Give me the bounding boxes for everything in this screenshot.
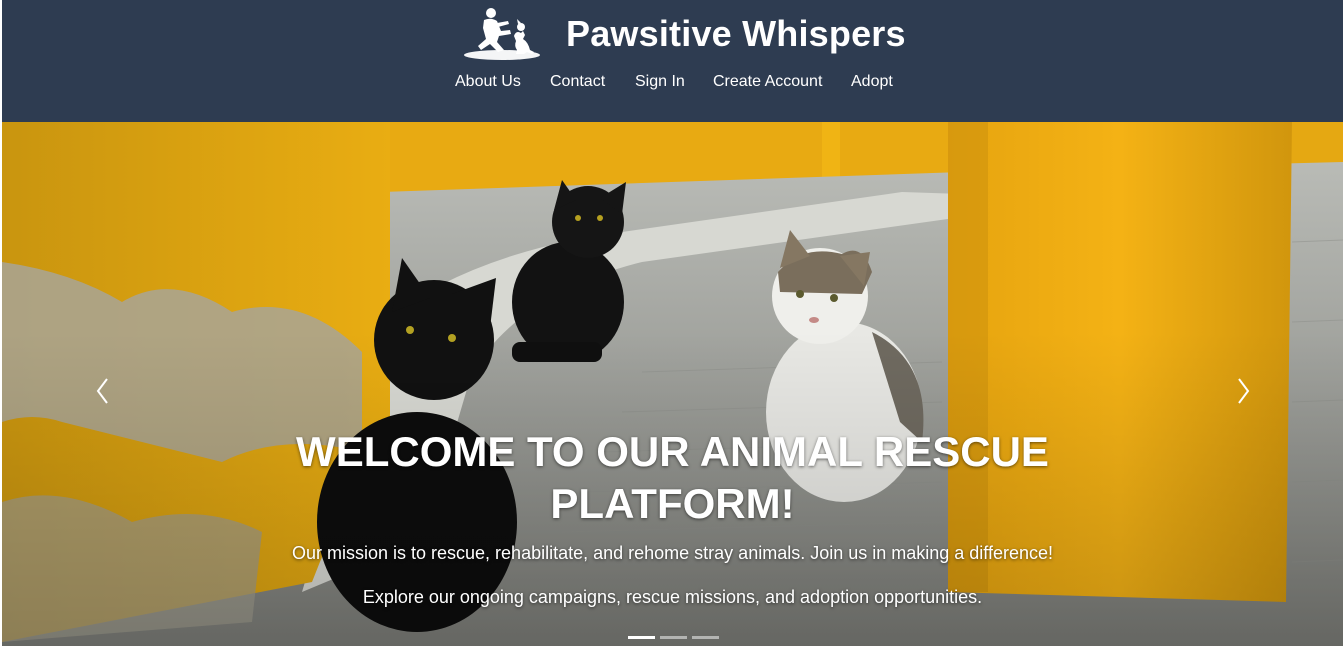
chevron-right-icon: [1238, 378, 1250, 404]
caption-mission: Our mission is to rescue, rehabilitate, …: [291, 543, 1054, 563]
nav-create-account[interactable]: Create Account: [713, 72, 822, 92]
carousel-indicators: [628, 636, 719, 640]
brand-name[interactable]: Pawsitive Whispers: [566, 12, 906, 56]
carousel-caption: WELCOME TO OUR ANIMAL RESCUE PLATFORM! O…: [2, 426, 1343, 608]
carousel-indicator-3[interactable]: [692, 636, 719, 639]
person-with-dog-logo-icon: [464, 8, 540, 60]
nav-adopt[interactable]: Adopt: [851, 72, 893, 92]
caption-title: WELCOME TO OUR ANIMAL RESCUE PLATFORM!: [296, 428, 1049, 527]
carousel-indicator-2[interactable]: [660, 636, 687, 639]
site-header: Pawsitive Whispers About Us Contact Sign…: [2, 0, 1343, 122]
nav-contact[interactable]: Contact: [550, 72, 605, 92]
main-nav: About Us Contact Sign In Create Account …: [2, 72, 1343, 94]
chevron-left-icon: [96, 378, 108, 404]
nav-about-us[interactable]: About Us: [455, 72, 521, 92]
carousel-indicator-1[interactable]: [628, 636, 655, 639]
brand-logo-link[interactable]: [464, 6, 544, 62]
carousel-next-button[interactable]: [1228, 374, 1258, 408]
carousel-prev-button[interactable]: [88, 374, 118, 408]
caption-explore: Explore our ongoing campaigns, rescue mi…: [362, 587, 983, 607]
hero-carousel: WELCOME TO OUR ANIMAL RESCUE PLATFORM! O…: [2, 122, 1343, 646]
nav-sign-in[interactable]: Sign In: [635, 72, 685, 92]
page: Pawsitive Whispers About Us Contact Sign…: [0, 0, 1343, 646]
